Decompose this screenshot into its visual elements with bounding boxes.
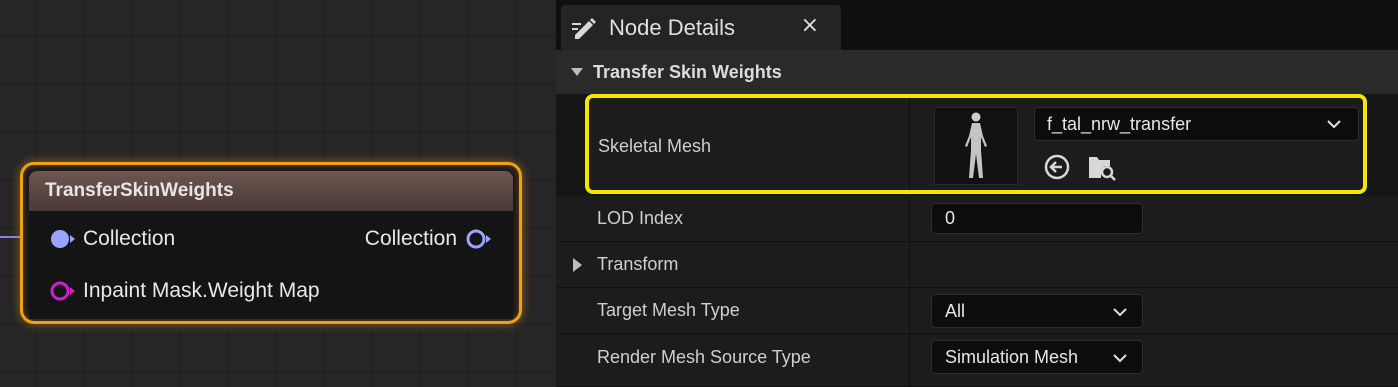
row-divider [909, 242, 910, 287]
skeletal-mesh-row: Skeletal Mesh f_tal_nrw_transfer [585, 94, 1367, 194]
tab-title: Node Details [609, 14, 735, 40]
input-collection-label: Collection [83, 227, 176, 250]
node-title: TransferSkinWeights [29, 171, 513, 211]
pin-hollow-icon [466, 229, 491, 249]
inpaint-mask-label: Inpaint Mask.Weight Map [83, 279, 320, 302]
chevron-down-icon [1327, 120, 1341, 129]
tab-bar: Node Details × [556, 0, 1398, 50]
pin-hollow-icon [50, 281, 75, 301]
edit-pencil-icon [572, 17, 596, 39]
skeletal-mesh-label: Skeletal Mesh [598, 136, 712, 156]
target-mesh-type-label: Target Mesh Type [597, 300, 740, 320]
chevron-down-icon [571, 68, 583, 76]
transform-label: Transform [597, 254, 679, 274]
transform-row[interactable]: Transform [556, 242, 1398, 288]
node-details-panel: Node Details × Transfer Skin Weights Ske… [556, 0, 1398, 387]
render-mesh-source-type-label: Render Mesh Source Type [597, 347, 811, 367]
row-divider [909, 98, 910, 190]
row-divider [909, 196, 910, 241]
input-collection-pin[interactable]: Collection [49, 227, 175, 251]
section-title: Transfer Skin Weights [593, 61, 782, 82]
target-mesh-type-row: Target Mesh Type All [556, 288, 1398, 334]
output-collection-pin[interactable]: Collection [365, 227, 493, 251]
browse-asset-icon[interactable] [1086, 152, 1118, 182]
chevron-down-icon [1113, 308, 1127, 317]
character-mesh-icon [965, 112, 987, 178]
chevron-down-icon [1113, 354, 1127, 363]
render-mesh-source-type-dropdown[interactable]: Simulation Mesh [931, 340, 1143, 374]
pin-filled-icon [51, 230, 75, 248]
render-mesh-source-type-value: Simulation Mesh [945, 346, 1079, 367]
render-mesh-source-type-row: Render Mesh Source Type Simulation Mesh [556, 334, 1398, 387]
chevron-right-icon [573, 258, 582, 272]
graph-canvas[interactable]: TransferSkinWeights Collection Collectio… [0, 0, 556, 387]
target-mesh-type-value: All [945, 300, 966, 321]
lod-index-value: 0 [945, 208, 956, 228]
row-divider [909, 288, 910, 333]
section-transfer-skin-weights[interactable]: Transfer Skin Weights [556, 50, 1398, 94]
mesh-thumbnail[interactable] [934, 107, 1018, 185]
output-collection-label: Collection [364, 227, 457, 250]
close-icon[interactable]: × [801, 13, 819, 38]
skeletal-mesh-value: f_tal_nrw_transfer [1047, 113, 1192, 134]
transfer-skin-weights-node[interactable]: TransferSkinWeights Collection Collectio… [20, 162, 522, 324]
target-mesh-type-dropdown[interactable]: All [931, 294, 1143, 328]
skeletal-mesh-dropdown[interactable]: f_tal_nrw_transfer [1034, 107, 1359, 141]
row-divider [909, 334, 910, 386]
lod-index-label: LOD Index [597, 208, 684, 228]
lod-index-input[interactable]: 0 [931, 203, 1143, 234]
lod-index-row: LOD Index 0 [556, 196, 1398, 242]
node-body: Collection Collection Inpaint Mask.Weigh… [29, 211, 513, 319]
use-selected-asset-icon[interactable] [1042, 152, 1072, 182]
inpaint-mask-pin[interactable]: Inpaint Mask.Weight Map [49, 279, 320, 303]
tab-node-details[interactable]: Node Details × [561, 5, 841, 50]
